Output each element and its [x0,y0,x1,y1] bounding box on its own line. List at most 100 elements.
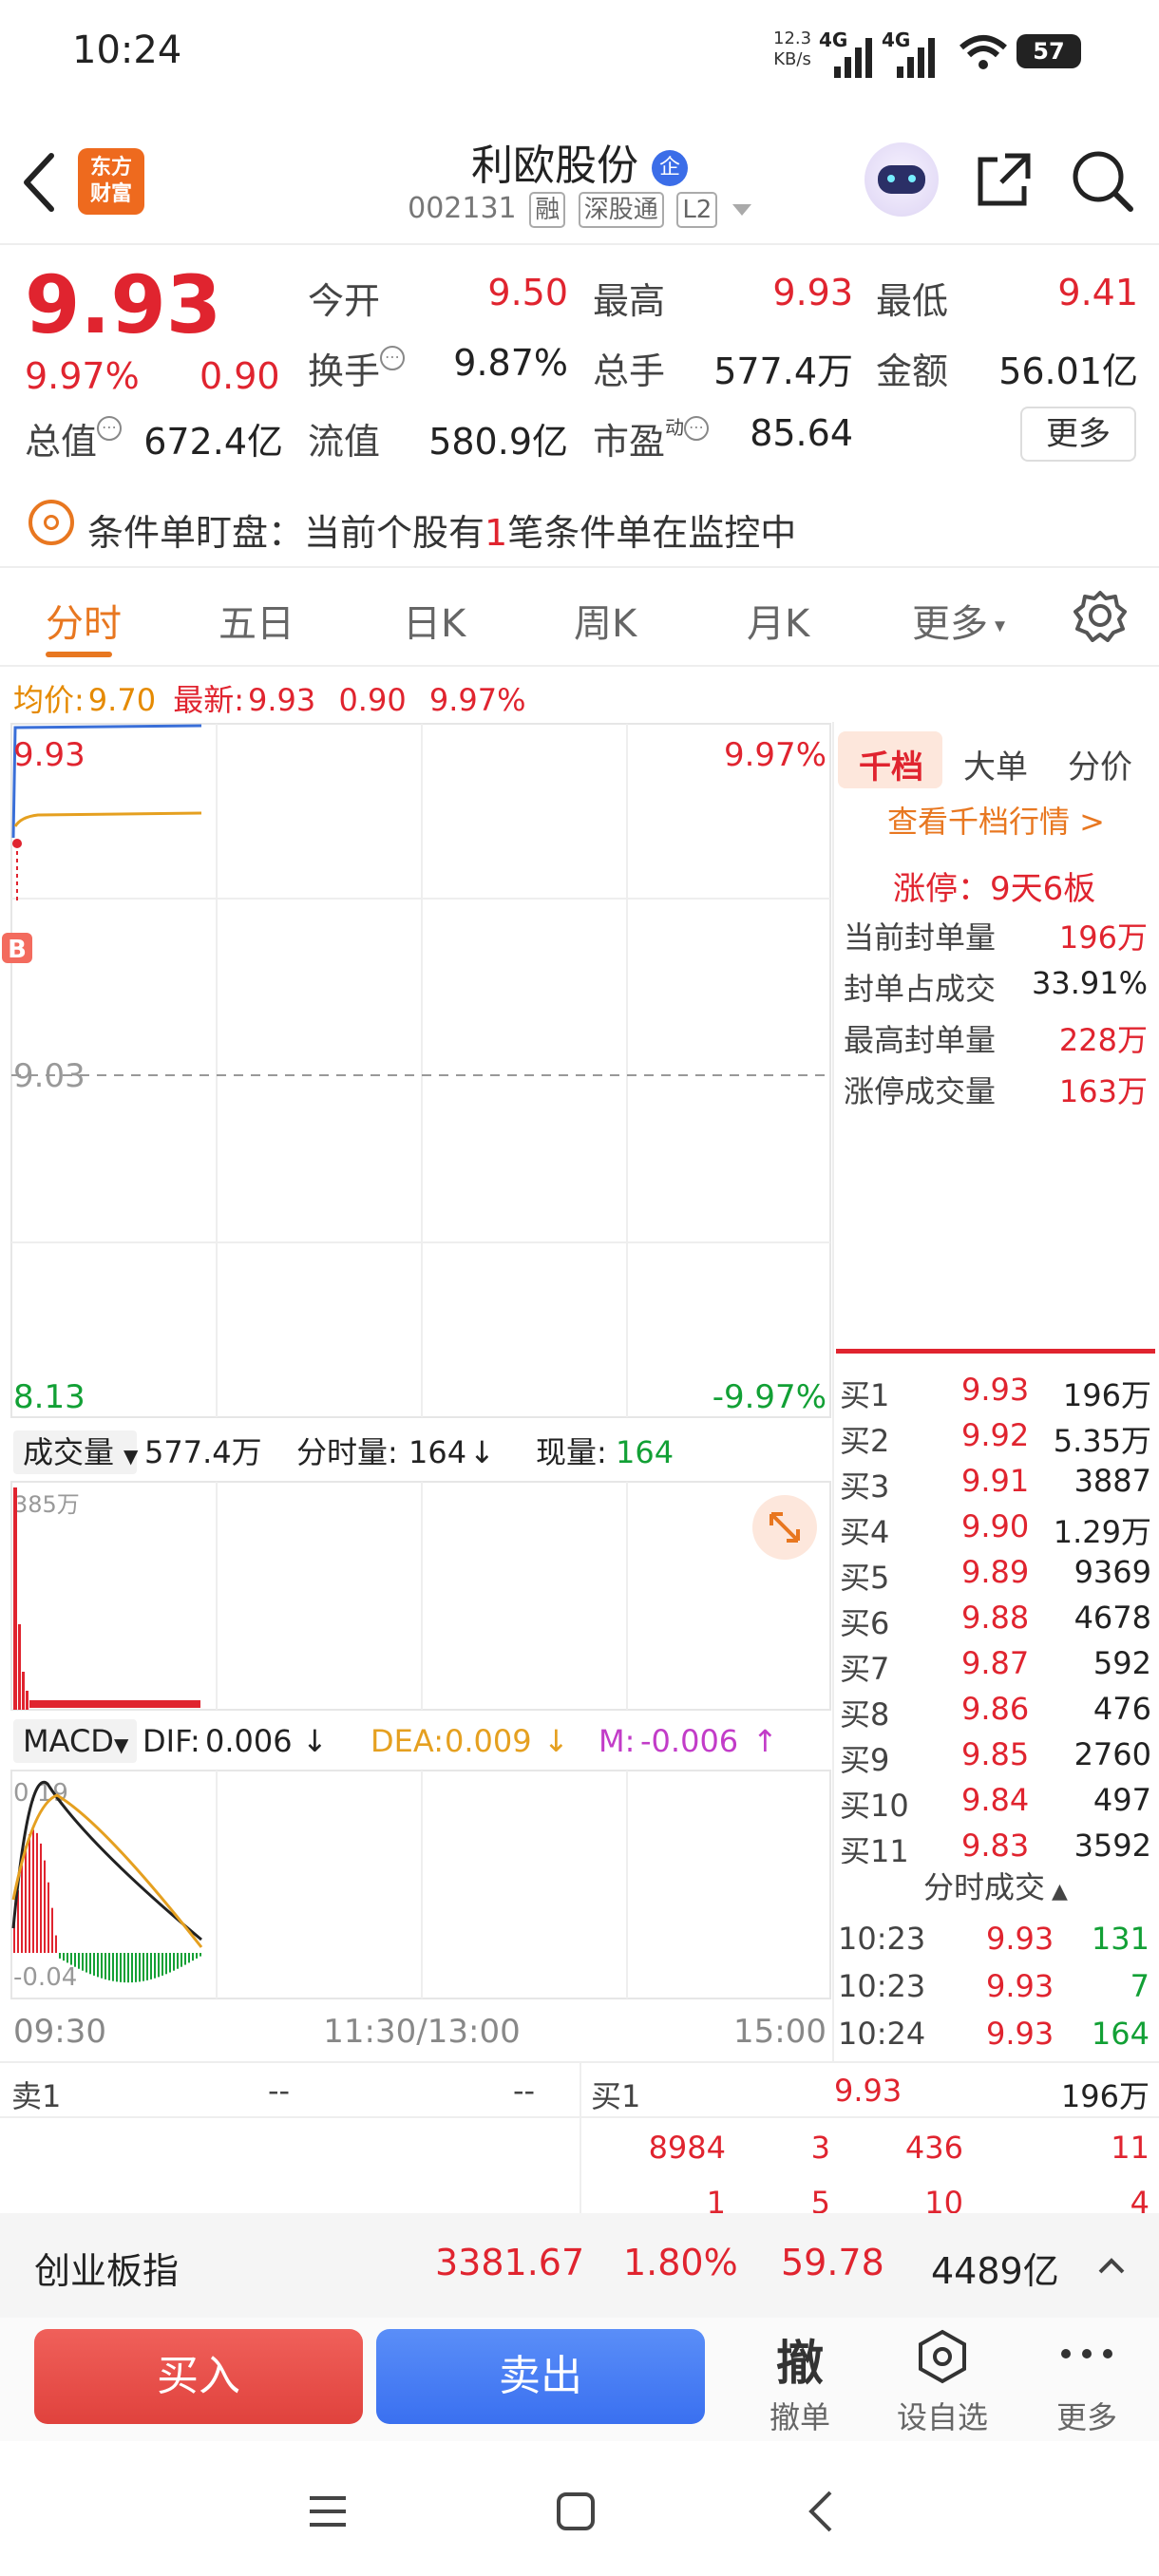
stat-label: 封单占成交 [844,971,997,1007]
caret-up-icon: ▲ [1045,1880,1068,1904]
macd-bar [82,1953,84,1971]
info-icon[interactable]: ⋯ [684,416,710,441]
rp-tab-price-dist[interactable]: 分价 [1068,741,1132,787]
macd-bar [200,1953,201,1957]
macd-bar [177,1953,179,1969]
index-change: 59.78 [781,2242,884,2283]
change-percent: 9.97% [25,355,140,397]
sell-button[interactable]: 卖出 [376,2329,705,2424]
turnover-label: 换手 ⋯ [308,342,406,394]
svg-text:▼: ▼ [114,1733,129,1756]
cancel-order-icon: 撤 [776,2336,824,2391]
dea-value: 0.009 [445,1723,532,1759]
chart-tabs: 分时 五日 日K 周K 月K 更多 ▾ [0,566,1159,667]
macd-bar [74,1953,76,1967]
macd-selector[interactable]: MACD [23,1723,114,1759]
tick-row: 10:23 9.93 7 [838,1968,1150,2004]
tab-weekly-k[interactable]: 周K [574,593,636,648]
svg-text:↑: ↑ [752,1723,778,1759]
macd-bar [108,1953,110,1980]
minute-volume-value: 164 [408,1434,466,1470]
dea-label: DEA: [370,1723,444,1759]
dif-label: DIF: [142,1723,200,1759]
ask1-volume: -- [513,2073,536,2109]
macd-bar [93,1953,95,1976]
bid-row[interactable]: 买6 9.88 4678 [840,1600,1155,1645]
home-icon[interactable] [555,2491,597,2532]
more-quote-button[interactable]: 更多 [1020,407,1136,462]
tab-intraday[interactable]: 分时 [46,593,122,648]
volume-selector[interactable]: 成交量 [23,1434,114,1470]
tab-five-day[interactable]: 五日 [218,593,294,648]
queue-cell: 11 [1111,2130,1150,2166]
index-percent: 1.80% [623,2242,738,2283]
add-watchlist-button[interactable]: 设自选 [885,2325,999,2435]
buy-button[interactable]: 买入 [34,2329,363,2424]
macd-bar [131,1953,133,1983]
price-axis-bottom: 8.13 [13,1378,86,1416]
assistant-avatar-icon[interactable] [864,142,939,217]
caret-down-icon[interactable] [732,203,751,216]
enterprise-badge: 企 [652,150,688,186]
stat-value: 228万 [1058,1022,1148,1058]
tab-more[interactable]: 更多 ▾ [912,593,1005,648]
status-bar: 10:24 12.3 KB/s 4G 4G 57 [0,0,1159,104]
settings-icon[interactable] [1074,589,1127,642]
chart-info-line: 均价: 9.70 最新: 9.93 0.90 9.97% [13,682,526,718]
tab-monthly-k[interactable]: 月K [747,593,809,648]
info-icon[interactable]: ⋯ [97,416,123,441]
queue-cell: 8984 [648,2130,726,2166]
bid-row[interactable]: 买9 9.85 2760 [840,1736,1155,1782]
ticks-header[interactable]: 分时成交 ▲ [836,1864,1155,1911]
macd-bar [127,1953,129,1983]
chevron-up-icon[interactable] [1096,2251,1127,2280]
menu-icon[interactable] [306,2492,350,2530]
index-ticker-bar[interactable]: 创业板指 3381.67 1.80% 59.78 4489亿 [0,2213,1159,2318]
bid-row[interactable]: 买1 9.93 196万 [840,1372,1155,1417]
tab-daily-k[interactable]: 日K [403,593,466,648]
stat-label: 当前封单量 [844,919,997,956]
time-axis-mid: 11:30/13:00 [323,2013,520,2051]
search-icon[interactable] [1070,148,1136,215]
bid-row[interactable]: 买11 9.83 3592 [840,1828,1155,1866]
minute-volume-label: 分时量: [296,1434,398,1470]
index-value: 3381.67 [435,2242,585,2283]
macd-bar [44,1860,46,1953]
bid-row[interactable]: 买4 9.90 1.29万 [840,1508,1155,1554]
macd-bar [196,1953,198,1959]
queue-row-2: 1 5 10 4 [706,2185,1150,2213]
svg-text:↓: ↓ [302,1723,328,1759]
bid-row[interactable]: 买8 9.86 476 [840,1691,1155,1736]
more-actions-button[interactable]: 更多 [1030,2325,1144,2435]
level2-tag: L2 [676,192,718,228]
svg-text:↓: ↓ [543,1723,569,1759]
condition-order-banner[interactable]: 条件单盯盘：当前个股有1笔条件单在监控中 [87,503,796,556]
intraday-chart[interactable]: B 9.93 9.03 8.13 9.97% -9.97% 成交量 ▼ 577.… [0,722,836,2052]
depth-link[interactable]: 查看千档行情 > [887,798,1105,842]
orderbook-divider [836,1349,1155,1354]
connect-tag: 深股通 [578,192,664,228]
macd-bar [173,1953,175,1971]
bid-row[interactable]: 买2 9.92 5.35万 [840,1417,1155,1463]
tab-underline [46,652,112,657]
svg-text:▼: ▼ [124,1445,139,1468]
share-icon[interactable] [973,148,1036,211]
time-axis-start: 09:30 [13,2013,106,2051]
current-volume-label: 现量: [536,1434,607,1470]
bid-row[interactable]: 买7 9.87 592 [840,1645,1155,1691]
macd-bar [184,1953,186,1965]
cancel-order-button[interactable]: 撤 撤单 [743,2325,857,2435]
back-nav-icon[interactable] [804,2489,838,2534]
rp-tab-big-order[interactable]: 大单 [963,741,1028,787]
volume-value: 577.4万 [713,350,853,392]
bid-row[interactable]: 买5 9.89 9369 [840,1554,1155,1600]
info-icon[interactable]: ⋯ [380,346,406,370]
macd-bar [165,1953,167,1975]
stat-value: 163万 [1058,1073,1148,1109]
macd-bar [63,1953,65,1961]
bid-row[interactable]: 买10 9.84 497 [840,1782,1155,1828]
rp-tab-depth[interactable]: 千档 [859,741,923,787]
bid-row[interactable]: 买3 9.91 3887 [840,1463,1155,1508]
amount-label: 金额 [876,350,949,392]
open-value: 9.50 [487,272,568,313]
